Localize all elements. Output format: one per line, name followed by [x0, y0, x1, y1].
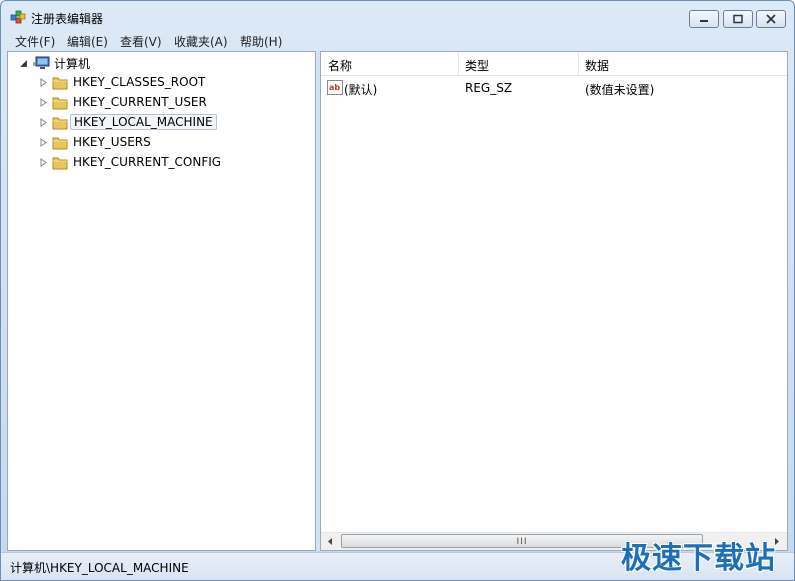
- minimize-icon: [700, 20, 708, 22]
- cell-name: (默认): [344, 83, 378, 97]
- expand-arrow-icon[interactable]: [39, 158, 48, 167]
- column-header-data[interactable]: 数据: [585, 57, 609, 74]
- minimize-button[interactable]: [689, 10, 719, 28]
- restore-button[interactable]: [723, 10, 753, 28]
- menu-help[interactable]: 帮助(H): [240, 33, 282, 50]
- tree-root-computer[interactable]: 计算机: [8, 53, 308, 73]
- folder-icon: [52, 157, 68, 170]
- tree-item-hkey-users[interactable]: HKEY_USERS: [8, 133, 308, 153]
- menu-view[interactable]: 查看(V): [120, 33, 162, 50]
- key-tree[interactable]: 计算机 HKEY_CLASSES_ROOT HKEY_CURRENT_USER …: [7, 51, 316, 551]
- folder-icon: [52, 117, 68, 130]
- menu-favorites[interactable]: 收藏夹(A): [174, 33, 228, 50]
- menu-file[interactable]: 文件(F): [15, 33, 55, 50]
- tree-label: HKEY_USERS: [73, 135, 151, 149]
- tree-item-hkey-local-machine[interactable]: HKEY_LOCAL_MACHINE: [8, 113, 308, 133]
- window-title: 注册表编辑器: [31, 12, 104, 26]
- tree-item-hkey-current-config[interactable]: HKEY_CURRENT_CONFIG: [8, 153, 308, 173]
- menu-edit[interactable]: 编辑(E): [67, 33, 108, 50]
- tree-item-hkey-classes-root[interactable]: HKEY_CLASSES_ROOT: [8, 73, 308, 93]
- folder-icon: [52, 97, 68, 110]
- scroll-grip: III: [516, 537, 528, 547]
- tree-label: HKEY_CURRENT_CONFIG: [73, 155, 222, 169]
- close-button[interactable]: [756, 10, 786, 28]
- column-header-type[interactable]: 类型: [465, 57, 489, 74]
- expand-arrow-icon[interactable]: [39, 78, 48, 87]
- cell-data: (数值未设置): [585, 83, 655, 97]
- close-icon: [766, 14, 776, 24]
- expand-arrow-icon[interactable]: [39, 98, 48, 107]
- svg-text:ab: ab: [329, 83, 340, 92]
- folder-icon: [52, 77, 68, 90]
- registry-editor-icon: [10, 9, 26, 25]
- tree-item-hkey-current-user[interactable]: HKEY_CURRENT_USER: [8, 93, 308, 113]
- expand-arrow-icon[interactable]: [39, 138, 48, 147]
- status-path: 计算机\HKEY_LOCAL_MACHINE: [10, 561, 189, 575]
- restore-icon: [733, 14, 743, 24]
- computer-icon: [33, 56, 50, 69]
- collapse-arrow-icon[interactable]: [19, 59, 28, 68]
- tree-label-computer: 计算机: [54, 57, 91, 71]
- registry-editor-window: 注册表编辑器 文件(F) 编辑(E) 查看(V) 收藏夹(A) 帮助(H) 计算…: [0, 0, 795, 581]
- expand-arrow-icon[interactable]: [39, 118, 48, 127]
- tree-label-selected: HKEY_LOCAL_MACHINE: [70, 114, 217, 130]
- tree-label: HKEY_CURRENT_USER: [73, 95, 207, 109]
- title-bar[interactable]: 注册表编辑器: [1, 1, 794, 33]
- menu-bar: 文件(F) 编辑(E) 查看(V) 收藏夹(A) 帮助(H): [7, 32, 789, 51]
- scroll-left-arrow-icon[interactable]: [322, 536, 339, 547]
- list-header: 名称 类型 数据: [321, 52, 787, 76]
- watermark-text: 极速下载站: [621, 541, 776, 576]
- cell-type: REG_SZ: [465, 81, 513, 95]
- column-divider[interactable]: [458, 52, 459, 75]
- tree-label: HKEY_CLASSES_ROOT: [73, 75, 206, 89]
- folder-icon: [52, 137, 68, 150]
- column-header-name[interactable]: 名称: [328, 57, 352, 74]
- column-divider[interactable]: [578, 52, 579, 75]
- value-list[interactable]: 名称 类型 数据 ab (默认) REG_SZ (数值未设置) III: [320, 51, 788, 551]
- string-value-icon: ab: [327, 80, 343, 95]
